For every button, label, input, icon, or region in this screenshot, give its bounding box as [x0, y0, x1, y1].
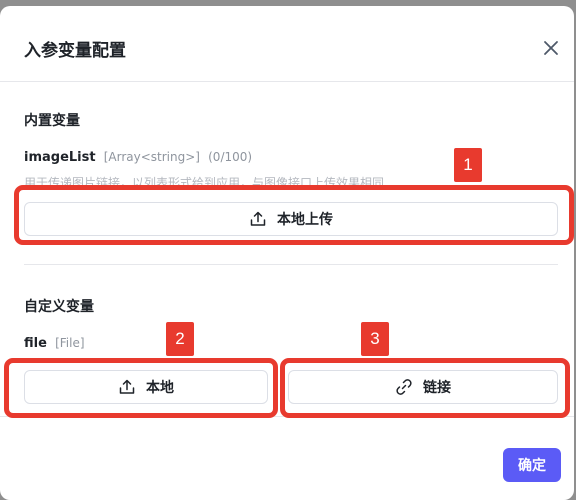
- custom-section-title: 自定义变量: [24, 299, 94, 315]
- upload-icon: [250, 211, 266, 226]
- builtin-variable-line: imageList [Array<string>] (0/100): [24, 150, 252, 165]
- local-upload-button[interactable]: 本地上传: [24, 202, 558, 236]
- builtin-section-title: 内置变量: [24, 113, 80, 129]
- local-file-label: 本地: [146, 380, 174, 396]
- dialog-header: 入参变量配置: [0, 6, 574, 82]
- builtin-variable-count: (0/100): [208, 150, 253, 164]
- annotation-badge-2: 2: [166, 322, 194, 356]
- section-divider: [24, 264, 558, 265]
- variable-config-dialog: 入参变量配置 内置变量 imageList [Array<string>] (0…: [0, 6, 574, 500]
- custom-variable-name: file: [24, 336, 47, 351]
- confirm-button[interactable]: 确定: [503, 448, 561, 482]
- custom-variable-line: file [File]: [24, 336, 85, 351]
- link-label: 链接: [423, 380, 451, 396]
- link-icon: [396, 379, 412, 395]
- local-file-button[interactable]: 本地: [24, 370, 268, 404]
- builtin-variable-hint: 用于传递图片链接，以列表形式给到应用，与图像接口上传效果相同: [24, 176, 385, 190]
- annotation-badge-1: 1: [454, 148, 482, 182]
- dialog-footer: [0, 416, 574, 500]
- annotation-badge-3: 3: [361, 322, 389, 356]
- link-button[interactable]: 链接: [288, 370, 558, 404]
- upload-icon: [119, 379, 135, 394]
- dialog-title: 入参变量配置: [24, 41, 126, 61]
- local-upload-label: 本地上传: [277, 212, 333, 228]
- builtin-variable-name: imageList: [24, 150, 96, 165]
- custom-variable-type: [File]: [55, 336, 85, 350]
- builtin-variable-type: [Array<string>]: [103, 150, 200, 164]
- close-icon[interactable]: [540, 37, 562, 59]
